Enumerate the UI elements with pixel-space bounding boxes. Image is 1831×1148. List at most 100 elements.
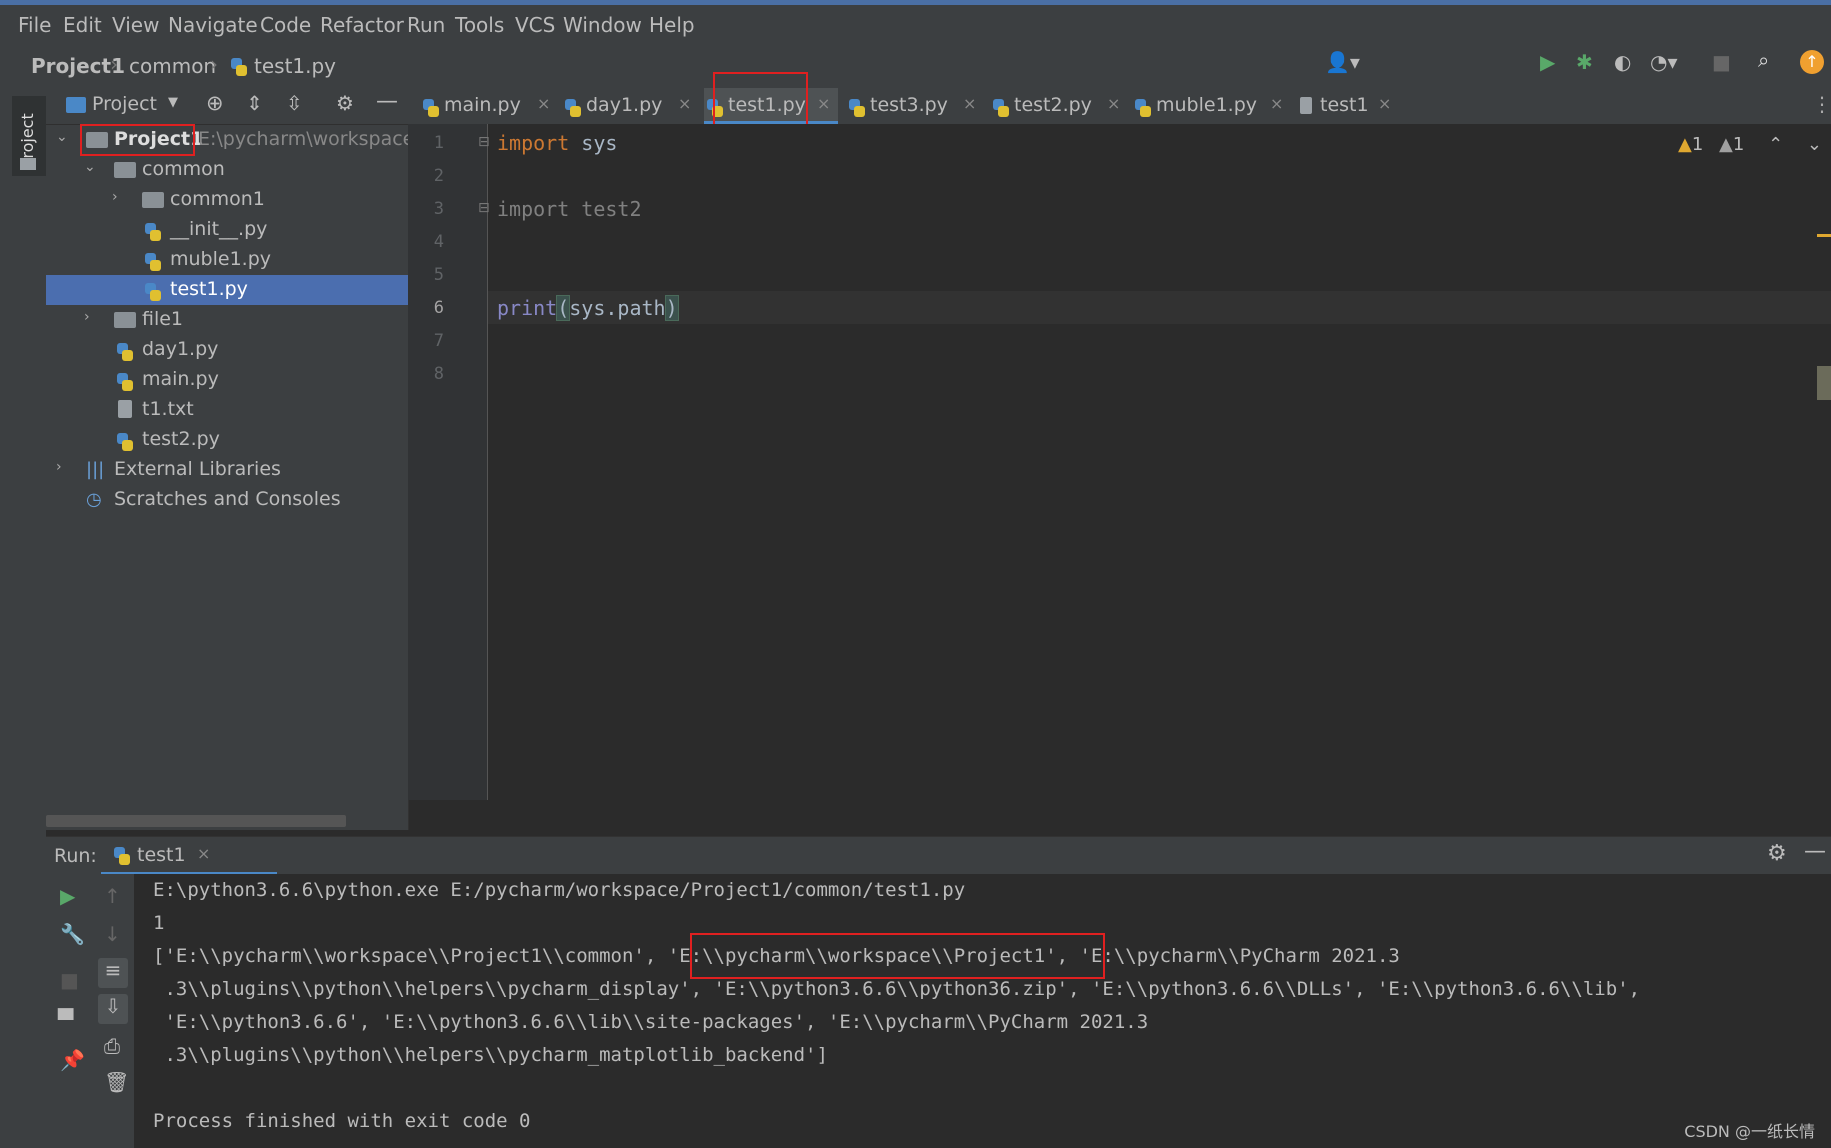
tree-item-external-libraries[interactable]: › ||| External Libraries [46, 455, 408, 485]
print-icon[interactable]: ⎙ [104, 1034, 120, 1058]
tree-item-label: test2.py [142, 428, 220, 450]
update-icon[interactable]: ↑ [1800, 50, 1824, 74]
locate-icon[interactable]: ⊕ [206, 91, 224, 115]
chevron-right-icon[interactable]: › [56, 459, 62, 475]
code-token: sys.path [569, 296, 666, 320]
menu-window[interactable]: Window [563, 13, 642, 37]
code-editor[interactable] [488, 124, 1831, 800]
tree-item-test2[interactable]: test2.py [46, 425, 408, 455]
arrow-up-icon[interactable]: ↑ [104, 884, 121, 908]
warnings-indicator[interactable]: ▲1 ▲1 ⌃ ⌄ [1678, 134, 1822, 155]
breadcrumb-separator-icon: › [210, 52, 218, 76]
close-icon[interactable]: × [1270, 94, 1283, 113]
line-number-gutter [408, 124, 488, 800]
user-icon[interactable]: 👤▾ [1325, 50, 1360, 74]
code-token: test2 [569, 197, 642, 221]
folder-icon [20, 158, 36, 170]
menu-view[interactable]: View [112, 13, 159, 37]
menu-bar: File Edit View Navigate Code Refactor Ru… [0, 0, 1831, 46]
library-icon: ||| [86, 459, 105, 480]
fold-icon[interactable]: ⊟ [478, 200, 490, 216]
run-tab-test1[interactable]: test1 × [101, 837, 277, 875]
tab-test2-py[interactable]: test2.py × [990, 88, 1128, 124]
line-number: 6 [433, 298, 444, 318]
tab-test3-py[interactable]: test3.py × [846, 88, 986, 124]
close-icon[interactable]: × [963, 94, 976, 113]
tree-item-init[interactable]: __init__.py [46, 215, 408, 245]
stop-icon[interactable]: ■ [60, 968, 79, 992]
scroll-to-end-icon[interactable]: ⇩ [98, 994, 128, 1024]
folder-icon [114, 312, 136, 328]
folder-icon [142, 192, 164, 208]
project-panel-header: Project ▼ ⊕ ⇕ ⇳ ⚙ — [46, 88, 408, 125]
close-icon[interactable]: × [817, 94, 830, 113]
menu-edit[interactable]: Edit [63, 13, 102, 37]
tree-item-day1[interactable]: day1.py [46, 335, 408, 365]
minimize-icon[interactable]: — [1804, 839, 1826, 864]
menu-navigate[interactable]: Navigate [168, 13, 258, 37]
arrow-down-icon[interactable]: ↓ [104, 922, 121, 946]
scratches-icon: ◷ [86, 489, 102, 510]
paren-token: ( [556, 295, 571, 321]
tree-item-main[interactable]: main.py [46, 365, 408, 395]
breadcrumb-folder[interactable]: common [129, 54, 216, 78]
layout-icon[interactable]: ▀ [58, 1008, 73, 1032]
menu-code[interactable]: Code [260, 13, 311, 37]
tab-main-py[interactable]: main.py × [420, 88, 558, 124]
search-icon[interactable]: ⌕ [1758, 48, 1769, 72]
tree-item-common1[interactable]: › common1 [46, 185, 408, 215]
warning-stripe-marker[interactable] [1817, 234, 1831, 237]
line-number: 7 [433, 331, 444, 351]
more-tabs-icon[interactable]: ⋮ [1812, 92, 1831, 116]
menu-file[interactable]: File [18, 13, 51, 37]
chevron-right-icon[interactable]: › [84, 309, 90, 325]
python-file-icon [422, 98, 440, 118]
profile-icon[interactable]: ◔▾ [1650, 50, 1678, 74]
tab-test1-txt[interactable]: test1 × [1296, 88, 1396, 124]
menu-vcs[interactable]: VCS [515, 13, 555, 37]
menu-run[interactable]: Run [407, 13, 445, 37]
tree-item-scratches[interactable]: ◷ Scratches and Consoles [46, 485, 408, 515]
chevron-down-icon[interactable]: ▼ [168, 95, 178, 110]
soft-wrap-icon[interactable]: ≡ [98, 958, 128, 988]
menu-tools[interactable]: Tools [455, 13, 504, 37]
chevron-right-icon[interactable]: › [112, 189, 118, 205]
close-icon[interactable]: × [1378, 94, 1391, 113]
editor-scrollbar-thumb[interactable] [1817, 366, 1831, 400]
close-icon[interactable]: × [197, 844, 210, 863]
pin-icon[interactable]: 📌 [60, 1048, 85, 1072]
breadcrumb-file[interactable]: test1.py [254, 54, 336, 78]
close-icon[interactable]: × [678, 94, 691, 113]
tree-item-t1-txt[interactable]: t1.txt [46, 395, 408, 425]
minimize-icon[interactable]: — [376, 89, 398, 114]
coverage-icon[interactable]: ◐ [1614, 50, 1631, 74]
wrench-icon[interactable]: 🔧 [60, 922, 85, 946]
collapse-all-icon[interactable]: ⇳ [286, 91, 303, 115]
trash-icon[interactable]: 🗑 [104, 1070, 129, 1094]
tree-item-file1[interactable]: › file1 [46, 305, 408, 335]
fold-icon[interactable]: ⊟ [478, 134, 490, 150]
expand-all-icon[interactable]: ⇕ [246, 91, 263, 115]
gear-icon[interactable]: ⚙ [1767, 841, 1787, 866]
chevron-down-icon[interactable]: ⌄ [1807, 134, 1822, 155]
tree-item-muble1[interactable]: muble1.py [46, 245, 408, 275]
menu-refactor[interactable]: Refactor [320, 13, 404, 37]
line-number: 8 [433, 364, 444, 384]
stop-icon[interactable]: ■ [1712, 50, 1731, 74]
chevron-down-icon[interactable]: ⌄ [84, 159, 96, 175]
chevron-up-icon[interactable]: ⌃ [1768, 134, 1783, 155]
project-view-label[interactable]: Project [92, 93, 157, 115]
chevron-down-icon[interactable]: ⌄ [56, 129, 68, 145]
gear-icon[interactable]: ⚙ [336, 91, 354, 115]
close-icon[interactable]: × [537, 94, 550, 113]
rerun-icon[interactable]: ▶ [60, 884, 75, 908]
debug-icon[interactable]: ✱ [1576, 50, 1593, 74]
horizontal-scrollbar[interactable] [46, 815, 346, 827]
tab-muble1-py[interactable]: muble1.py × [1132, 88, 1292, 124]
tree-item-common[interactable]: ⌄ common [46, 155, 408, 185]
menu-help[interactable]: Help [649, 13, 695, 37]
close-icon[interactable]: × [1107, 94, 1120, 113]
tab-day1-py[interactable]: day1.py × [562, 88, 700, 124]
tree-item-test1[interactable]: test1.py [46, 275, 408, 305]
run-icon[interactable]: ▶ [1540, 50, 1555, 74]
